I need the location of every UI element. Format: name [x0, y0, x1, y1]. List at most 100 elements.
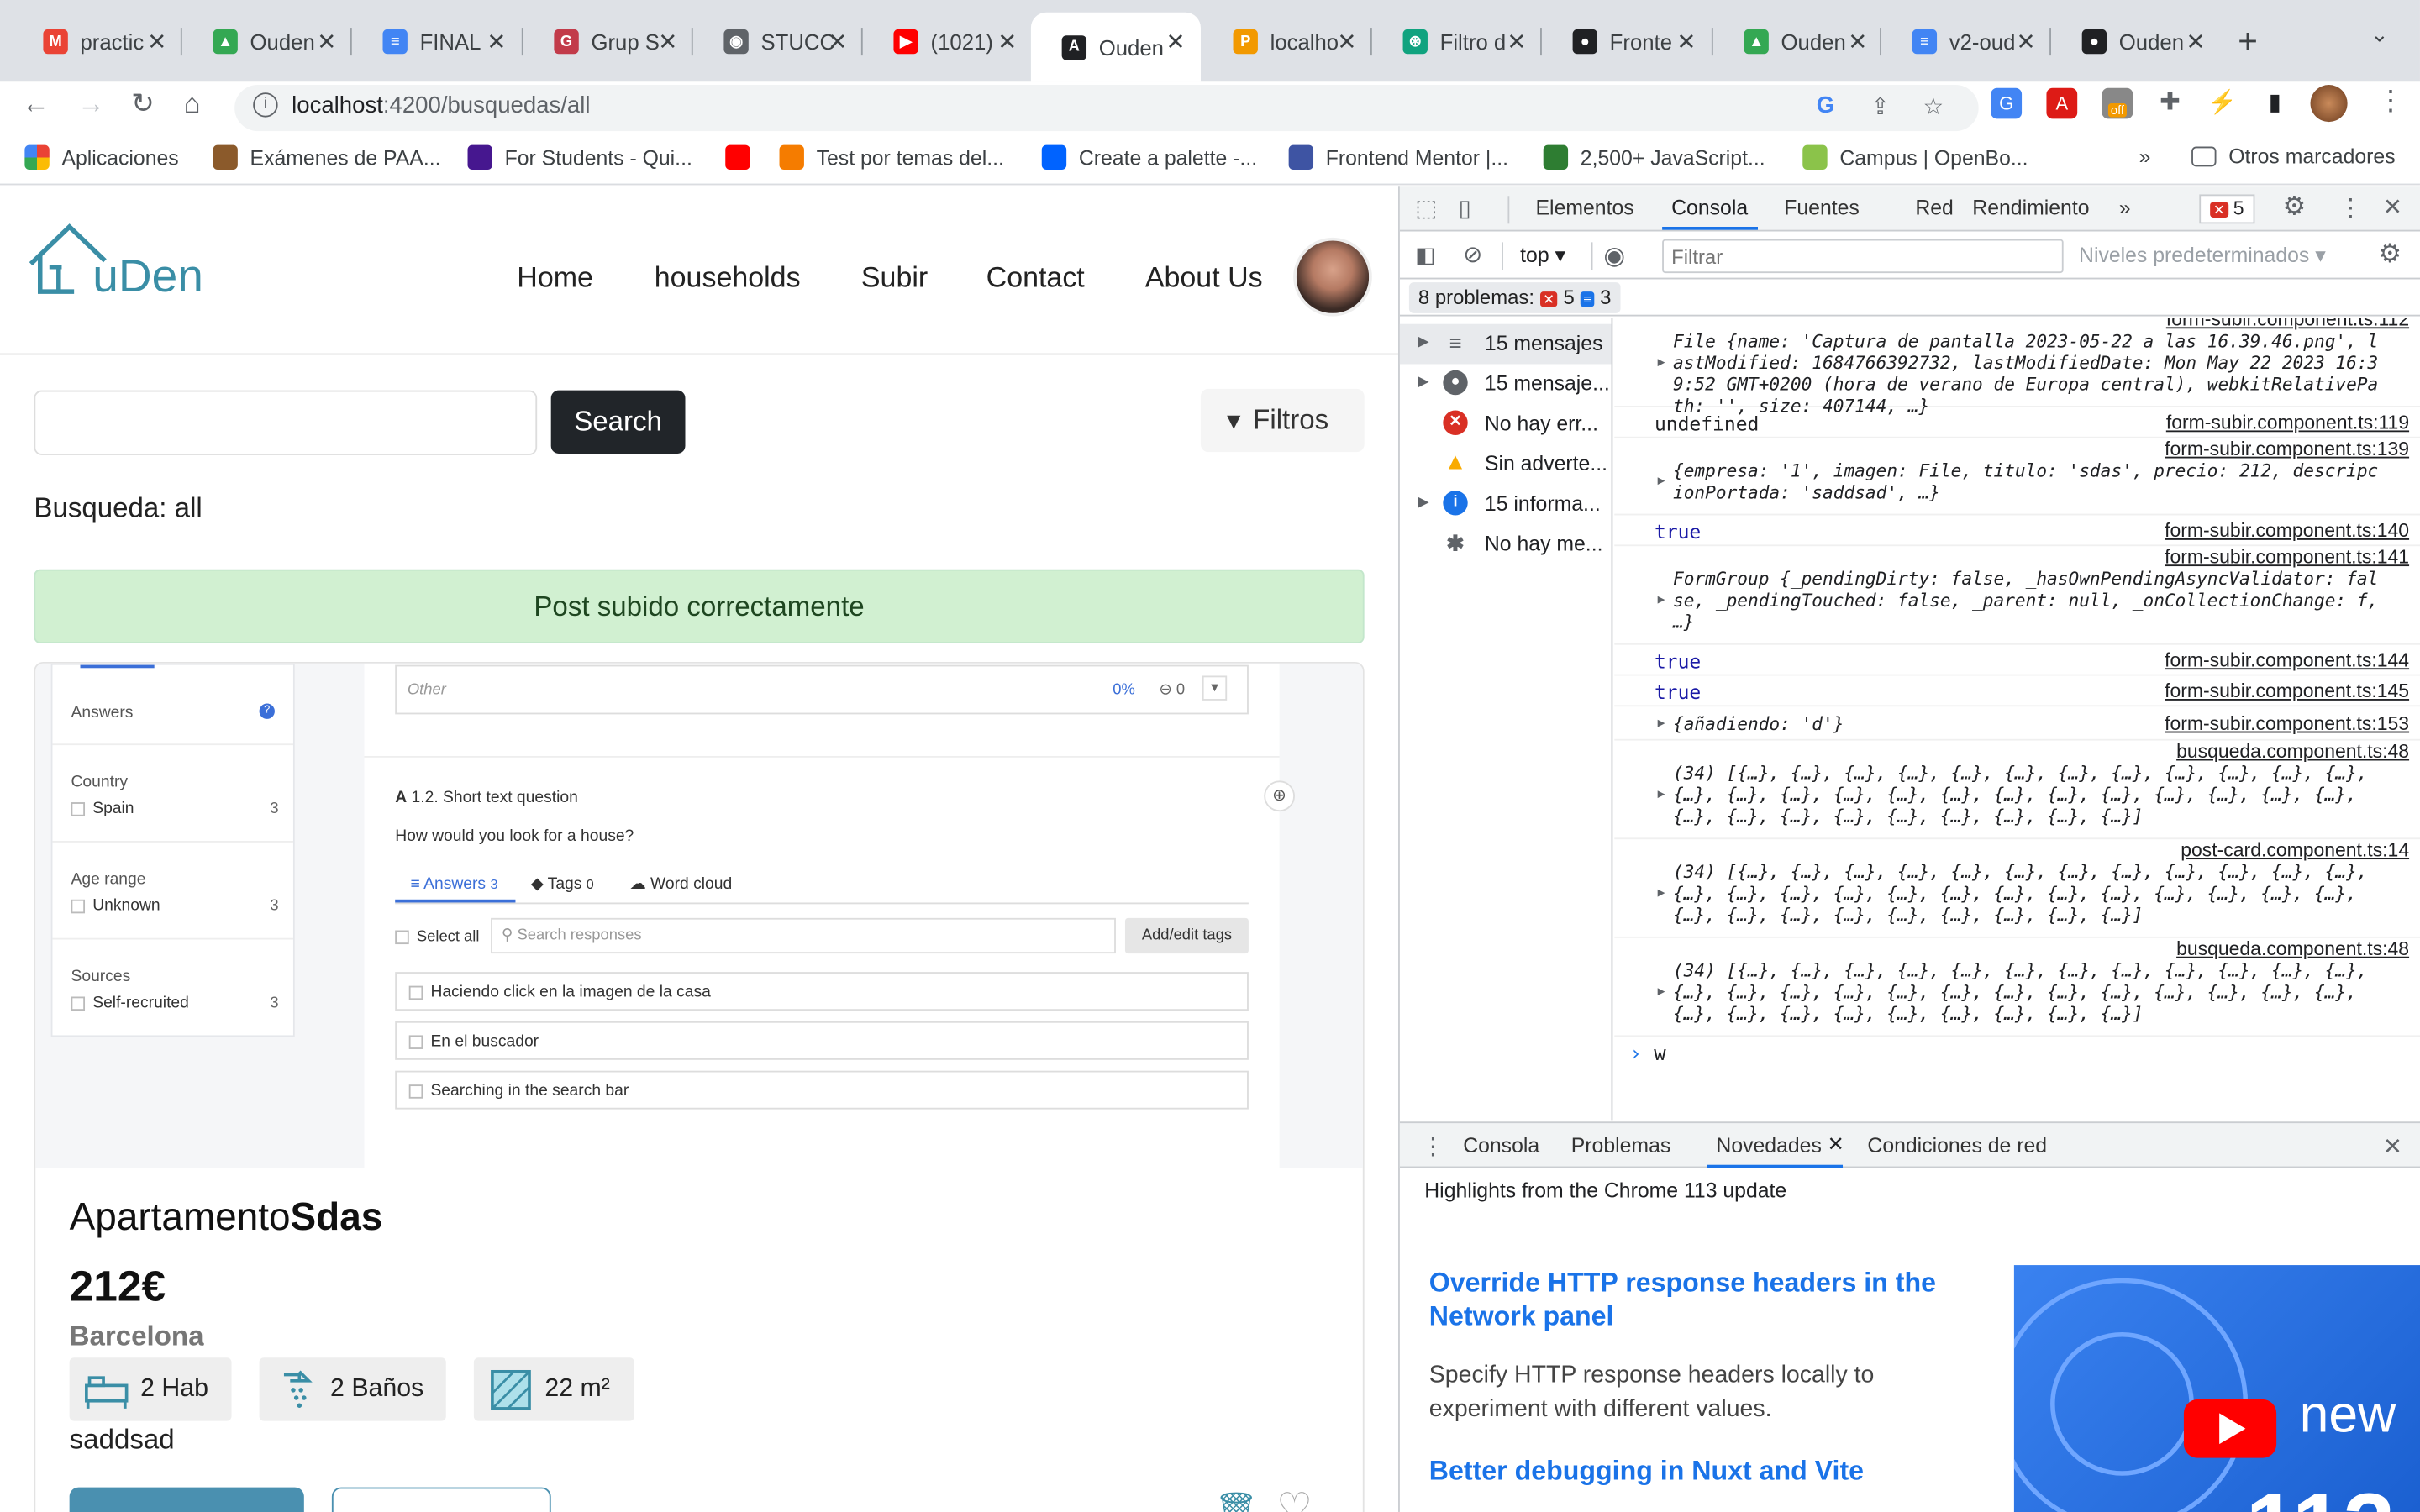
drawer-menu-icon[interactable]: ⋮	[1422, 1132, 1445, 1160]
whatsnew-title-1[interactable]: Override HTTP response headers in the Ne…	[1429, 1265, 1985, 1333]
browser-tab[interactable]: Mpractic ✕	[13, 15, 182, 67]
console-sidebar-item[interactable]: ▶ i 15 informa...	[1400, 485, 1612, 525]
expand-object-icon[interactable]: ▶	[1658, 885, 1665, 900]
browser-tab[interactable]: ● Fronte ✕	[1542, 15, 1712, 67]
url-text[interactable]: localhost:4200/busquedas/all	[292, 92, 590, 118]
browser-tab[interactable]: ▲ Ouden ✕	[1713, 15, 1883, 67]
translate-extension-icon[interactable]: G	[1991, 87, 2023, 119]
problems-summary[interactable]: 8 problemas: ✕ 5 ≡ 3	[1408, 282, 1621, 313]
expand-arrow-icon[interactable]: ▶	[1418, 333, 1429, 350]
console-entry[interactable]: form-subir.component.ts:153 ▶ {añadiendo: …	[1614, 706, 2420, 741]
browser-tab[interactable]: ◉ STUCC ✕	[693, 15, 863, 67]
console-entry[interactable]: form-subir.component.ts:139 ▶ {empresa: '1…	[1614, 438, 2420, 516]
context-selector[interactable]: top ▾	[1520, 244, 1565, 268]
browser-tab[interactable]: Plocalho ✕	[1202, 15, 1372, 67]
close-tab-icon[interactable]: ✕	[487, 28, 506, 55]
bookmark-item[interactable]	[725, 144, 762, 171]
live-expression-eye-icon[interactable]: ◉	[1603, 241, 1625, 272]
forward-arrow-icon[interactable]: →	[77, 88, 105, 121]
bookmarks-overflow-chevron[interactable]: »	[2139, 145, 2151, 169]
devtools-tab-fuentes[interactable]: Fuentes	[1784, 196, 1860, 219]
new-tab-button[interactable]: +	[2238, 22, 2258, 62]
close-tab-icon[interactable]: ✕	[1848, 28, 1867, 55]
drawer-tab-condiciones-red[interactable]: Condiciones de red	[1867, 1134, 2047, 1158]
more-tabs-chevron[interactable]: »	[2119, 196, 2131, 219]
expand-object-icon[interactable]: ▶	[1658, 592, 1665, 606]
site-info-icon[interactable]: i	[253, 92, 278, 118]
devtools-tab-elementos[interactable]: Elementos	[1536, 196, 1634, 219]
close-devtools-icon[interactable]: ✕	[2383, 193, 2402, 220]
tab-search-chevron-icon[interactable]: ⌄	[2370, 22, 2389, 48]
search-input[interactable]	[34, 390, 538, 455]
close-tab-icon[interactable]: ✕	[2186, 28, 2206, 55]
whatsnew-title-2[interactable]: Better debugging in Nuxt and Vite	[1429, 1453, 1985, 1487]
browser-tab[interactable]: ▶ (1021) ✕	[863, 15, 1033, 67]
devtools-error-counter[interactable]: ✕ 5	[2199, 194, 2255, 224]
drawer-tab-problemas[interactable]: Problemas	[1571, 1134, 1671, 1158]
close-tab-icon[interactable]: ✕	[1337, 28, 1356, 55]
browser-tab[interactable]: ● Ouden ✕	[2051, 15, 2221, 67]
sidebar-toggle-icon[interactable]: ◧	[1415, 242, 1435, 268]
user-avatar[interactable]	[1293, 237, 1372, 317]
side-panel-icon[interactable]: ▮	[2259, 87, 2291, 119]
console-sidebar-item[interactable]: ✕ No hay err...	[1400, 404, 1612, 444]
console-source-link[interactable]: form-subir.component.ts:119	[2166, 412, 2409, 433]
expand-arrow-icon[interactable]: ▶	[1418, 373, 1429, 390]
console-entry[interactable]: form-subir.component.ts:145 true	[1614, 675, 2420, 707]
close-tab-icon[interactable]: ✕	[317, 28, 336, 55]
angular-devtools-icon[interactable]: A	[2046, 87, 2078, 119]
inspect-element-icon[interactable]: ⬚	[1415, 194, 1437, 222]
extension-off-badge[interactable]: off	[2102, 87, 2133, 119]
bookmark-item[interactable]: Aplicaciones	[24, 144, 179, 171]
filters-button[interactable]: ▼ Filtros	[1200, 388, 1365, 453]
log-levels-dropdown[interactable]: Niveles predeterminados ▾	[2079, 244, 2326, 268]
home-icon[interactable]: ⌂	[184, 88, 201, 121]
console-source-link[interactable]: form-subir.component.ts:140	[2165, 520, 2409, 542]
devtools-tab-consola[interactable]: Consola	[1662, 196, 1757, 230]
console-source-link[interactable]: post-card.component.ts:14	[2181, 839, 2409, 861]
browser-tab[interactable]: G Grup S ✕	[523, 15, 693, 67]
post-card[interactable]: Answers ? Country Spain 3 Age range Unkn…	[34, 661, 1365, 1512]
console-source-link[interactable]: form-subir.component.ts:144	[2165, 649, 2409, 671]
console-entry[interactable]: form-subir.component.ts:140 true	[1614, 515, 2420, 547]
google-translate-g-icon[interactable]: G	[1817, 92, 1834, 118]
address-bar[interactable]: i localhost:4200/busquedas/all G ⇪ ☆	[234, 85, 1979, 132]
reload-icon[interactable]: ↻	[131, 88, 155, 121]
devtools-menu-icon[interactable]: ⋮	[2338, 193, 2363, 224]
drawer-tab-novedades[interactable]: Novedades	[1707, 1134, 1844, 1168]
console-source-link[interactable]: busqueda.component.ts:48	[2176, 938, 2409, 960]
post-image[interactable]: Answers ? Country Spain 3 Age range Unkn…	[35, 663, 1363, 1168]
bookmark-item[interactable]: Create a palette -...	[1041, 144, 1257, 171]
ouden-logo[interactable]: uDen	[28, 221, 260, 302]
console-source-link[interactable]: form-subir.component.ts:139	[2165, 438, 2409, 460]
console-prompt[interactable]: › w	[1630, 1043, 1666, 1067]
extensions-puzzle-icon[interactable]: ✚	[2154, 87, 2186, 119]
profile-avatar[interactable]	[2310, 85, 2348, 123]
back-arrow-icon[interactable]: ←	[22, 88, 50, 121]
clear-console-icon[interactable]: ⊘	[1463, 241, 1482, 268]
console-source-link[interactable]: form-subir.component.ts:112	[2166, 318, 2409, 330]
expand-object-icon[interactable]: ▶	[1658, 716, 1665, 730]
browser-tab[interactable]: ≡ v2-oud ✕	[1881, 15, 2051, 67]
heart-icon[interactable]: ♡	[1276, 1484, 1313, 1512]
other-bookmarks-folder[interactable]: Otros marcadores	[2191, 145, 2396, 168]
expand-object-icon[interactable]: ▶	[1658, 984, 1665, 999]
nav-subir[interactable]: Subir	[861, 260, 928, 294]
browser-tab[interactable]: ⊛ Filtro d ✕	[1372, 15, 1542, 67]
console-entry[interactable]: busqueda.component.ts:48 ▶ (34) [{…}, {…},…	[1614, 938, 2420, 1037]
search-button[interactable]: Search	[550, 390, 686, 454]
device-toolbar-icon[interactable]: ▯	[1459, 194, 1471, 222]
console-entry[interactable]: busqueda.component.ts:48 ▶ (34) [{…}, {…},…	[1614, 741, 2420, 840]
expand-arrow-icon[interactable]: ▶	[1418, 494, 1429, 511]
bookmark-item[interactable]: Campus | OpenBo...	[1802, 144, 2028, 171]
bookmark-item[interactable]: Test por temas del...	[779, 144, 1004, 171]
close-tab-icon[interactable]: ✕	[997, 28, 1017, 55]
close-tab-icon[interactable]: ✕	[147, 28, 166, 55]
browser-tab[interactable]: ▲ Ouden ✕	[182, 15, 352, 67]
expand-object-icon[interactable]: ▶	[1658, 474, 1665, 488]
nav-households[interactable]: households	[655, 260, 801, 294]
console-entry[interactable]: form-subir.component.ts:119 undefined	[1614, 407, 2420, 438]
close-tab-icon[interactable]: ✕	[2017, 28, 2036, 55]
console-sidebar-item[interactable]: ✱ No hay me...	[1400, 524, 1612, 564]
console-entry[interactable]: form-subir.component.ts:144 true	[1614, 645, 2420, 676]
